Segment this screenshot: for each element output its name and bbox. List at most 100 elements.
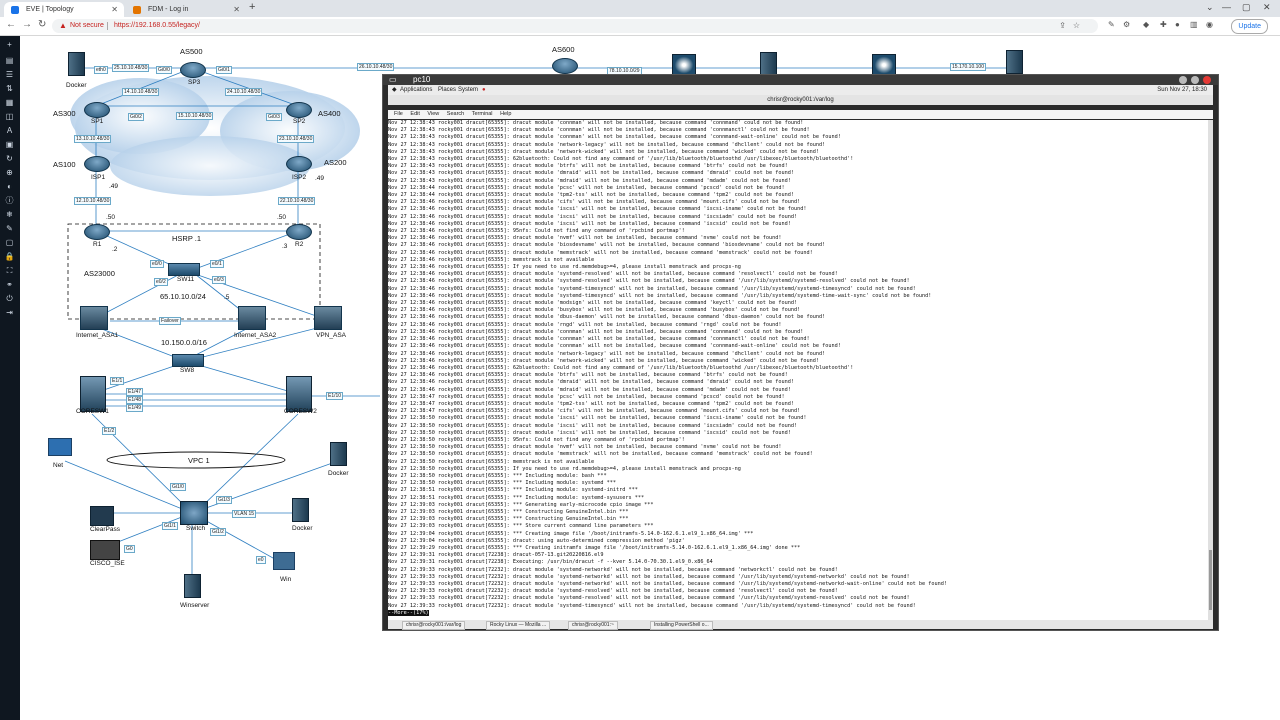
winserver-node[interactable]: [184, 574, 201, 598]
bookmark-star-icon[interactable]: ☆: [1073, 19, 1080, 33]
config-export-icon[interactable]: ◫: [4, 112, 15, 122]
isp1-router[interactable]: [84, 156, 110, 172]
reload-icon[interactable]: ↻: [38, 19, 46, 30]
profile-avatar-icon[interactable]: ◉: [1206, 20, 1213, 29]
menu-edit[interactable]: Edit: [410, 111, 419, 117]
not-secure-label: Not secure: [70, 22, 104, 29]
r1-router[interactable]: [84, 224, 110, 240]
close-lab-icon[interactable]: ⇥: [4, 308, 15, 318]
sidepanel-icon[interactable]: ▥: [1190, 20, 1198, 29]
router-node[interactable]: [672, 54, 696, 76]
back-icon[interactable]: ←: [6, 19, 16, 30]
startup-configs-icon[interactable]: ⇅: [4, 84, 15, 94]
address-bar[interactable]: ▲ Not secure https://192.168.0.55/legacy…: [52, 19, 1098, 33]
sp1-router[interactable]: [84, 102, 110, 118]
workbook-icon[interactable]: ✎: [4, 224, 15, 234]
clearpass-node[interactable]: [90, 506, 114, 526]
menu-terminal[interactable]: Terminal: [472, 111, 493, 117]
extension-icon[interactable]: ⚙: [1123, 20, 1130, 29]
sp2-router[interactable]: [286, 102, 312, 118]
tab-fdm-login[interactable]: FDM - Log in ✕: [126, 2, 246, 17]
terminal-line: Nov 27 12:38:43 rocky001 dracut[65355]: …: [388, 148, 819, 155]
add-object-icon[interactable]: +: [4, 40, 15, 50]
close-tab-icon[interactable]: ✕: [111, 2, 118, 17]
net-cloud-node[interactable]: [48, 438, 72, 456]
coresw2-switch[interactable]: [286, 376, 312, 412]
port-label: Gi0/2: [128, 113, 144, 121]
docker-node[interactable]: [292, 498, 309, 522]
close-tab-icon[interactable]: ✕: [233, 2, 240, 17]
menu-help[interactable]: Help: [500, 111, 511, 117]
terminal-line: Nov 27 12:38:43 rocky001 dracut[65355]: …: [388, 141, 826, 148]
system-menu[interactable]: System: [458, 85, 478, 95]
lock-icon[interactable]: 🔒: [4, 252, 15, 262]
sw11-switch[interactable]: [168, 263, 200, 276]
r2-router[interactable]: [286, 224, 312, 240]
extension-icon[interactable]: ◆: [1143, 20, 1149, 29]
window-titlebar[interactable]: ▭ pc10: [383, 75, 1218, 85]
tab-eve-topology[interactable]: EVE | Topology ✕: [4, 2, 124, 17]
maximize-icon[interactable]: ▢: [1242, 2, 1251, 13]
scroll-thumb[interactable]: [1209, 550, 1212, 610]
docker-node[interactable]: [68, 52, 85, 76]
applications-menu[interactable]: Applications: [400, 85, 432, 95]
terminal-output[interactable]: Nov 27 12:38:43 rocky001 dracut[65355]: …: [388, 120, 1208, 620]
terminal-titlebar[interactable]: chrisr@rocky001:/var/log: [388, 95, 1213, 105]
update-button[interactable]: Update: [1231, 19, 1268, 34]
taskbar-item[interactable]: chrisr@rocky001:~: [568, 621, 618, 630]
pc10-console-window[interactable]: ▭ pc10 ◆ Applications Places System ● Su…: [382, 74, 1219, 631]
menu-view[interactable]: View: [427, 111, 439, 117]
taskbar-item[interactable]: Installing PowerShell o...: [650, 621, 713, 630]
power-icon[interactable]: ⏻: [4, 294, 15, 304]
terminal-scrollbar[interactable]: [1208, 120, 1213, 620]
maximize-icon[interactable]: [1191, 76, 1199, 84]
text-icon[interactable]: A: [4, 126, 15, 136]
refresh-icon[interactable]: ↻: [4, 154, 15, 164]
docker-node[interactable]: [1006, 50, 1023, 74]
isp2-router[interactable]: [286, 156, 312, 172]
vpn-asa-firewall[interactable]: [314, 306, 342, 330]
server-node[interactable]: [760, 52, 777, 76]
close-window-icon[interactable]: ✕: [1263, 2, 1271, 13]
coresw1-switch[interactable]: [80, 376, 106, 412]
clock[interactable]: Sun Nov 27, 18:30: [1157, 85, 1207, 95]
menu-file[interactable]: File: [394, 111, 403, 117]
internet-asa2-firewall[interactable]: [238, 306, 266, 330]
minimize-icon[interactable]: [1179, 76, 1187, 84]
cisco-ise-node[interactable]: [90, 540, 120, 560]
chevron-down-icon[interactable]: ⌄: [1206, 2, 1214, 13]
freeze-icon[interactable]: ❄: [4, 210, 15, 220]
router-node[interactable]: [872, 54, 896, 76]
update-alert-icon[interactable]: ●: [482, 85, 486, 95]
as600-router[interactable]: [552, 58, 578, 74]
pictures-icon[interactable]: ▣: [4, 140, 15, 150]
extension-icon[interactable]: ●: [1175, 20, 1180, 29]
share-icon[interactable]: ⇪: [1059, 19, 1066, 33]
port-label: E1/1: [110, 377, 125, 385]
extension-icon[interactable]: ✎: [1108, 20, 1115, 29]
status-icon[interactable]: ◐: [4, 182, 15, 192]
fullscreen-icon[interactable]: ⛶: [4, 266, 15, 276]
menu-search[interactable]: Search: [447, 111, 464, 117]
sw8-switch[interactable]: [172, 354, 204, 367]
places-menu[interactable]: Places: [438, 85, 456, 95]
networks-icon[interactable]: ☰: [4, 70, 15, 80]
hide-links-icon[interactable]: ⚭: [4, 280, 15, 290]
close-icon[interactable]: [1203, 76, 1211, 84]
puzzle-icon[interactable]: ✚: [1160, 20, 1167, 29]
forward-icon[interactable]: →: [22, 19, 32, 30]
lab-details-icon[interactable]: ⓘ: [4, 196, 15, 206]
taskbar-item[interactable]: Rocky Linux — Mozilla ...: [486, 621, 551, 630]
minimize-icon[interactable]: —: [1222, 2, 1231, 12]
taskbar-item[interactable]: chrisr@rocky001:/var/log: [402, 621, 466, 630]
win-pc-node[interactable]: [273, 552, 295, 570]
nodes-icon[interactable]: ▤: [4, 56, 15, 66]
logical-maps-icon[interactable]: ▦: [4, 98, 15, 108]
switch-node[interactable]: [180, 501, 208, 525]
docker-node[interactable]: [330, 442, 347, 466]
new-tab-icon[interactable]: +: [249, 1, 255, 13]
zoom-icon[interactable]: ⊕: [4, 168, 15, 178]
sp3-router[interactable]: [180, 62, 206, 78]
dashboard-icon[interactable]: ▢: [4, 238, 15, 248]
internet-asa1-firewall[interactable]: [80, 306, 108, 330]
